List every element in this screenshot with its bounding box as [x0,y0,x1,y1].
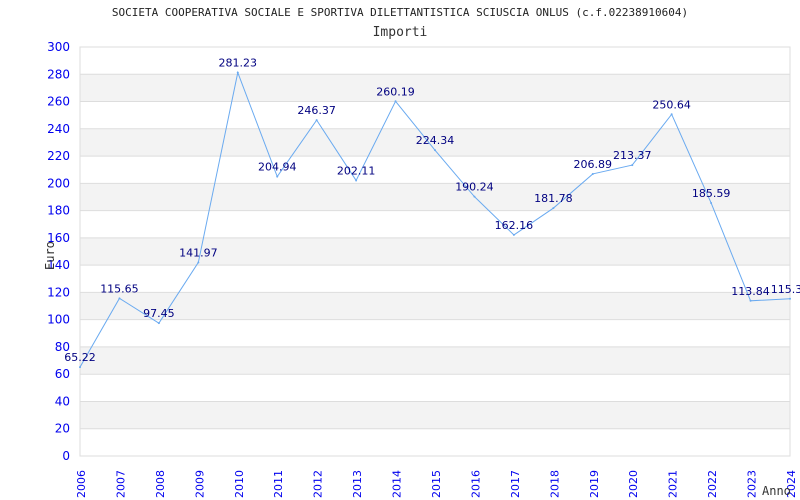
y-tick-label: 40 [55,394,70,408]
x-tick-label: 2017 [509,470,522,498]
x-tick-label: 2019 [588,470,601,498]
grid-band [80,401,790,429]
y-tick-label: 20 [55,422,70,436]
data-label: 281.23 [219,57,258,70]
x-tick-label: 2008 [154,470,167,498]
y-tick-label: 260 [47,95,70,109]
x-tick-label: 2020 [627,470,640,498]
data-point [591,172,594,175]
data-label: 224.34 [416,134,455,147]
data-label: 65.22 [64,351,96,364]
grid-band [80,183,790,211]
data-label: 202.11 [337,164,376,177]
data-label: 250.64 [652,98,691,111]
data-point [394,100,397,103]
data-label: 204.94 [258,161,297,174]
data-point [355,179,358,182]
y-tick-label: 200 [47,176,70,190]
data-point [79,366,81,369]
x-tick-label: 2016 [469,470,482,498]
data-label: 97.45 [143,307,175,320]
data-label: 260.19 [376,85,415,98]
y-tick-label: 220 [47,149,70,163]
data-point [631,164,634,167]
data-label: 181.78 [534,192,573,205]
data-point [236,71,239,74]
data-point [789,297,791,300]
data-label: 206.89 [574,158,613,171]
x-tick-label: 2022 [706,470,719,498]
x-tick-label: 2006 [75,470,88,498]
data-label: 246.37 [297,104,336,117]
data-point [710,201,713,204]
data-label: 115.65 [100,282,139,295]
data-point [157,322,160,325]
y-tick-label: 0 [62,449,70,463]
data-point [552,207,555,210]
grid-band [80,346,790,375]
data-point [118,297,121,300]
data-label: 141.97 [179,246,218,259]
data-label: 213.37 [613,149,652,162]
x-tick-label: 2014 [391,470,404,498]
y-tick-label: 300 [47,40,70,54]
y-tick-label: 100 [47,313,70,327]
x-tick-label: 2021 [667,470,680,498]
y-tick-label: 280 [47,67,70,81]
data-label: 113.84 [731,285,770,298]
data-label: 115.34 [771,283,800,296]
x-tick-label: 2015 [430,470,443,498]
x-tick-label: 2018 [548,470,561,498]
data-point [276,175,279,178]
data-point [197,261,200,264]
data-point [473,195,476,198]
data-point [315,119,318,122]
x-tick-label: 2011 [272,470,285,498]
line-chart: 0204060801001201401601802002202402602803… [43,40,800,498]
y-tick-label: 240 [47,122,70,136]
y-tick-label: 120 [47,285,70,299]
data-point [670,113,673,116]
data-label: 185.59 [692,187,731,200]
x-tick-label: 2013 [351,470,364,498]
y-tick-label: 60 [55,367,70,381]
y-tick-label: 180 [47,204,70,218]
data-point [434,149,436,152]
data-line [79,70,791,368]
x-axis-label: Anno [762,484,791,498]
data-point [512,233,515,236]
x-tick-label: 2009 [193,470,206,498]
x-tick-label: 2023 [746,470,759,498]
x-tick-label: 2010 [233,470,246,498]
y-axis-label: Euro [43,241,57,270]
data-label: 190.24 [455,181,494,194]
data-label: 162.16 [495,219,534,232]
x-tick-label: 2007 [114,470,127,498]
data-point [749,299,752,302]
grid-band [80,292,790,320]
x-tick-label: 2012 [312,470,325,498]
